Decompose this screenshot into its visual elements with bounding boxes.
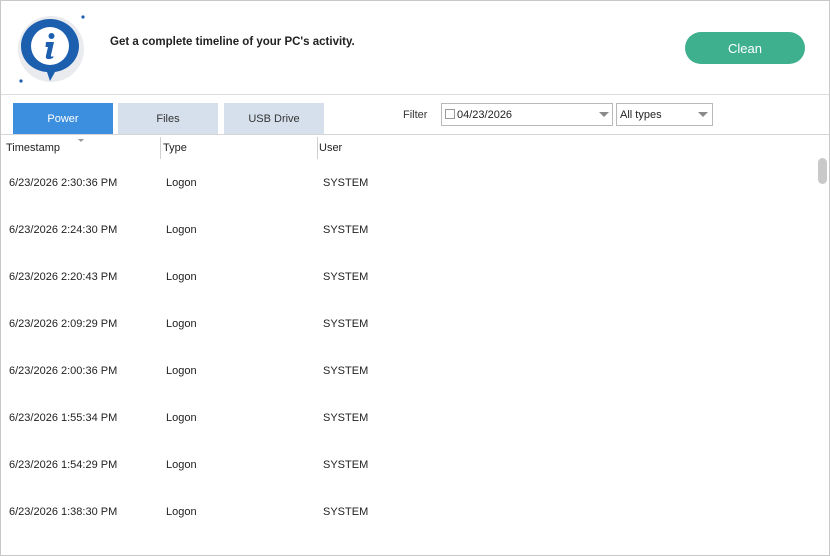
column-divider[interactable] [160,137,161,159]
header-divider [1,94,829,95]
chevron-down-icon[interactable] [698,112,708,117]
table-row[interactable]: 6/23/2026 2:09:29 PM Logon SYSTEM [1,318,816,365]
cell-timestamp: 6/23/2026 2:00:36 PM [9,365,118,377]
cell-timestamp: 6/23/2026 2:24:30 PM [9,224,118,236]
tab-power[interactable]: Power [13,103,113,134]
scrollbar-thumb[interactable] [818,158,827,184]
table-row[interactable]: 6/23/2026 1:54:29 PM Logon SYSTEM [1,459,816,506]
cell-user: SYSTEM [323,318,369,330]
cell-user: SYSTEM [323,459,369,471]
scrollbar-track[interactable] [816,135,829,555]
column-header-timestamp[interactable]: Timestamp [6,142,60,154]
type-filter-select[interactable]: All types [616,103,713,126]
column-header-type[interactable]: Type [163,142,187,154]
table-row[interactable]: 6/23/2026 1:38:30 PM Logon SYSTEM [1,506,816,553]
table-row[interactable]: 6/23/2026 2:20:43 PM Logon SYSTEM [1,271,816,318]
table-row[interactable]: 6/23/2026 2:24:30 PM Logon SYSTEM [1,224,816,271]
table-row[interactable]: 6/23/2026 2:00:36 PM Logon SYSTEM [1,365,816,412]
cell-user: SYSTEM [323,224,369,236]
date-filter-checkbox[interactable] [445,109,455,119]
cell-type: Logon [166,412,197,424]
cell-type: Logon [166,459,197,471]
cell-user: SYSTEM [323,365,369,377]
cell-user: SYSTEM [323,271,369,283]
table-row[interactable]: 6/23/2026 1:55:34 PM Logon SYSTEM [1,412,816,459]
tab-usb-drive[interactable]: USB Drive [224,103,324,134]
clean-button[interactable]: Clean [685,32,805,64]
date-filter-picker[interactable]: 04/23/2026 [441,103,613,126]
cell-user: SYSTEM [323,412,369,424]
cell-user: SYSTEM [323,177,369,189]
tab-divider [1,134,829,135]
cell-type: Logon [166,365,197,377]
tab-files[interactable]: Files [118,103,218,134]
column-divider[interactable] [317,137,318,159]
cell-type: Logon [166,318,197,330]
cell-type: Logon [166,224,197,236]
chevron-down-icon[interactable] [599,112,609,117]
info-bubble-icon [13,11,87,85]
cell-timestamp: 6/23/2026 2:30:36 PM [9,177,118,189]
cell-timestamp: 6/23/2026 2:09:29 PM [9,318,118,330]
cell-timestamp: 6/23/2026 2:20:43 PM [9,271,118,283]
sort-descending-icon [78,139,84,142]
filter-label: Filter [403,109,428,121]
table-row[interactable]: 6/23/2026 2:30:36 PM Logon SYSTEM [1,177,816,224]
app-window: Get a complete timeline of your PC's act… [0,0,830,556]
cell-type: Logon [166,177,197,189]
cell-timestamp: 6/23/2026 1:55:34 PM [9,412,118,424]
column-header-user[interactable]: User [319,142,342,154]
cell-type: Logon [166,271,197,283]
type-filter-value: All types [620,109,662,121]
cell-timestamp: 6/23/2026 1:38:30 PM [9,506,118,518]
cell-timestamp: 6/23/2026 1:54:29 PM [9,459,118,471]
date-filter-value: 04/23/2026 [457,109,513,121]
header-headline: Get a complete timeline of your PC's act… [110,36,355,48]
cell-user: SYSTEM [323,506,369,518]
cell-type: Logon [166,506,197,518]
